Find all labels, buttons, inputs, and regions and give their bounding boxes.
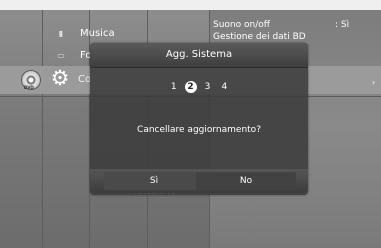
- system-update-dialog: Agg. Sistema 1 2 3 4 Cancellare aggiorna…: [90, 43, 308, 195]
- top-bar: [0, 0, 381, 10]
- column-divider: [42, 10, 43, 248]
- setting-bd-data-label[interactable]: Gestione dei dati BD: [213, 32, 306, 42]
- step-3: 3: [204, 82, 211, 92]
- yes-button[interactable]: Sì: [104, 172, 204, 190]
- dialog-title: Agg. Sistema: [90, 43, 308, 68]
- dialog-button-bar: Sì No: [90, 169, 308, 193]
- music-note-icon: ▮: [58, 29, 64, 38]
- sidebar-item-label: Musica: [80, 28, 115, 39]
- setting-sound-value: : Sì: [335, 20, 350, 30]
- setting-sound-label[interactable]: Suono on/off: [213, 20, 270, 30]
- no-button[interactable]: No: [196, 172, 296, 190]
- dialog-question: Cancellare aggiornamento?: [137, 125, 261, 135]
- photo-icon: ▭: [57, 51, 65, 60]
- gear-icon[interactable]: ⚙: [49, 67, 71, 89]
- step-2-current: 2: [184, 81, 197, 93]
- settings-screen: ▮ Musica ▭ Fot DVD ⚙ Co › Suono on/off :…: [0, 0, 381, 248]
- step-indicator: 1 2 3 4: [90, 81, 308, 93]
- disc-label: DVD: [24, 85, 34, 90]
- step-4: 4: [221, 82, 228, 92]
- sidebar-item-music[interactable]: ▮ Musica: [56, 28, 115, 39]
- chevron-right-icon: ›: [372, 78, 376, 87]
- step-1: 1: [170, 82, 177, 92]
